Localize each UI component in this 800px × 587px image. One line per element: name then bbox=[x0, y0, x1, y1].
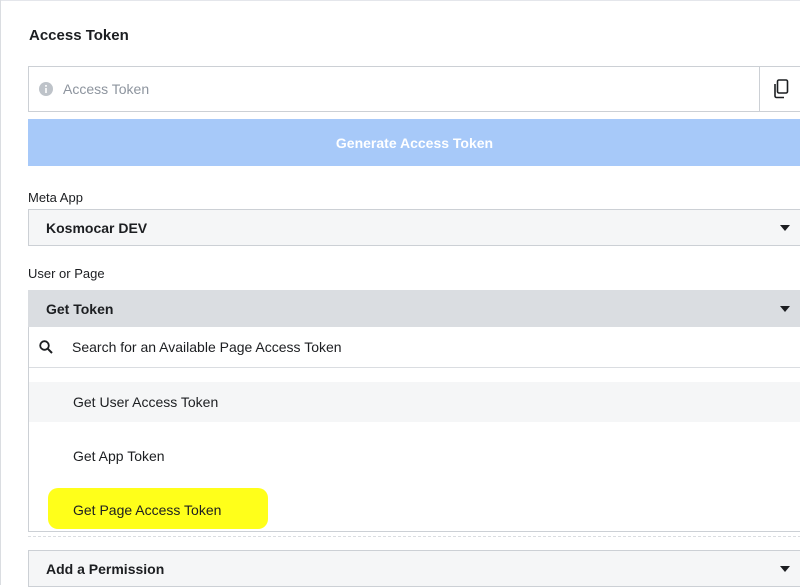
page-token-search-input[interactable] bbox=[72, 327, 772, 367]
meta-app-label: Meta App bbox=[28, 190, 83, 205]
meta-app-value: Kosmocar DEV bbox=[46, 220, 148, 236]
access-token-field[interactable] bbox=[28, 66, 800, 112]
copy-button[interactable] bbox=[759, 67, 800, 111]
chevron-down-icon bbox=[780, 225, 790, 231]
section-title: Access Token bbox=[29, 27, 129, 44]
divider bbox=[28, 536, 800, 537]
search-icon bbox=[39, 340, 53, 354]
user-or-page-value: Get Token bbox=[46, 301, 114, 317]
copy-icon bbox=[774, 79, 789, 99]
option-get-user-access-token[interactable]: Get User Access Token bbox=[29, 382, 800, 422]
add-permission-select[interactable]: Add a Permission bbox=[28, 550, 800, 587]
generate-access-token-button[interactable]: Generate Access Token bbox=[28, 119, 800, 166]
info-icon bbox=[39, 82, 53, 96]
top-divider bbox=[1, 0, 800, 1]
chevron-down-icon bbox=[780, 306, 790, 312]
option-get-app-token[interactable]: Get App Token bbox=[29, 436, 800, 476]
dropdown-search[interactable] bbox=[29, 327, 800, 368]
access-token-panel: Access Token Generate Access Token Meta … bbox=[0, 0, 800, 587]
add-permission-value: Add a Permission bbox=[46, 561, 165, 577]
user-or-page-label: User or Page bbox=[28, 266, 105, 281]
user-or-page-select[interactable]: Get Token bbox=[28, 290, 800, 327]
access-token-input[interactable] bbox=[63, 67, 753, 111]
token-dropdown: Get User Access Token Get App Token Get … bbox=[28, 327, 800, 532]
meta-app-select[interactable]: Kosmocar DEV bbox=[28, 209, 800, 246]
chevron-down-icon bbox=[780, 566, 790, 572]
option-get-page-access-token[interactable]: Get Page Access Token bbox=[29, 490, 800, 530]
